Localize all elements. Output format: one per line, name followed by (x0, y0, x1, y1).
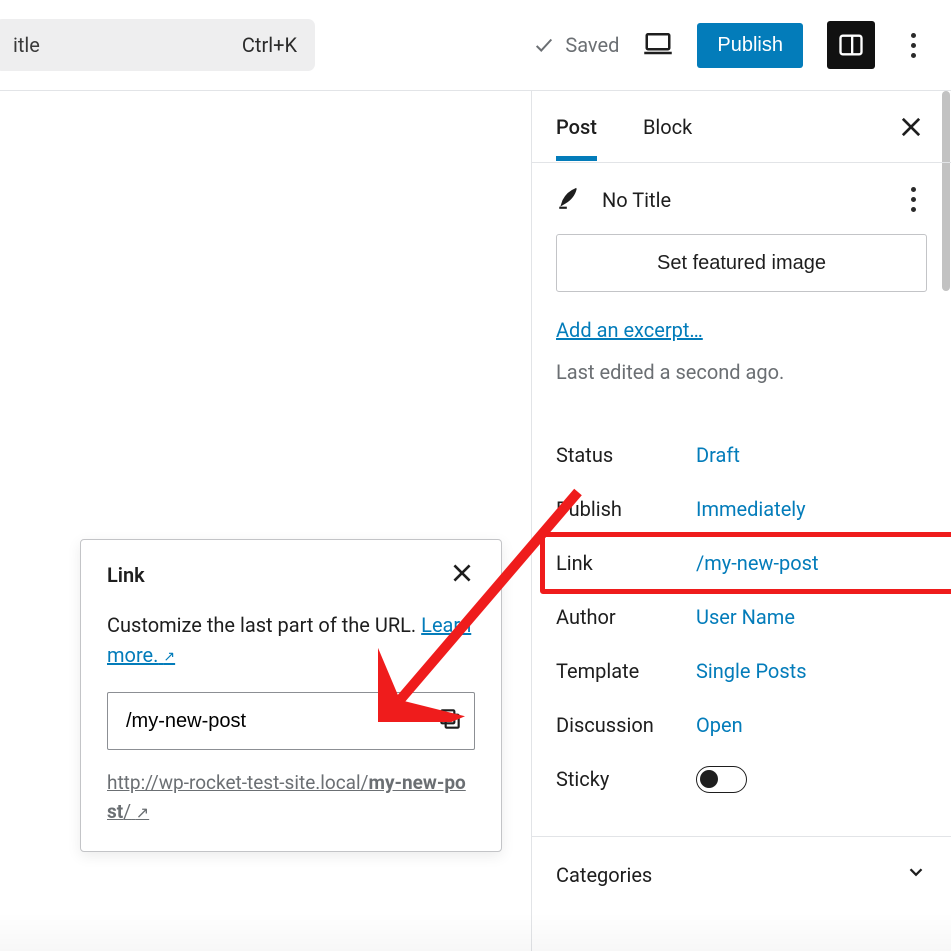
document-title-text: itle (13, 33, 40, 57)
document-actions-button[interactable] (899, 183, 927, 216)
set-featured-image-button[interactable]: Set featured image (556, 234, 927, 292)
check-icon (533, 34, 555, 56)
popover-title: Link (107, 563, 145, 587)
template-value[interactable]: Single Posts (696, 659, 807, 683)
sticky-toggle[interactable] (696, 766, 747, 793)
publish-button[interactable]: Publish (697, 23, 803, 68)
meta-label: Sticky (556, 767, 696, 791)
link-popover: Link Customize the last part of the URL.… (80, 539, 502, 852)
meta-label: Discussion (556, 713, 696, 737)
meta-label: Publish (556, 497, 696, 521)
sidebar-toggle-button[interactable] (827, 21, 875, 69)
meta-row-link: Link /my-new-post (556, 536, 927, 590)
meta-row-template: Template Single Posts (556, 644, 927, 698)
save-status-label: Saved (565, 33, 619, 57)
device-preview-icon[interactable] (643, 28, 673, 62)
tab-block[interactable]: Block (643, 93, 692, 161)
accordion-label: Categories (556, 863, 652, 887)
close-icon[interactable] (449, 560, 475, 590)
copy-icon[interactable] (437, 706, 463, 736)
meta-row-status: Status Draft (556, 428, 927, 482)
close-sidebar-icon[interactable] (897, 113, 925, 145)
link-value[interactable]: /my-new-post (696, 551, 819, 575)
document-title-pill[interactable]: itle Ctrl+K (0, 19, 315, 71)
slug-input[interactable] (107, 692, 475, 750)
permalink-preview[interactable]: http://wp-rocket-test-site.local/my-new-… (107, 768, 475, 827)
author-value[interactable]: User Name (696, 605, 795, 629)
save-status: Saved (533, 33, 619, 57)
settings-sidebar: Post Block No Title Set featured image A (532, 91, 951, 951)
discussion-value[interactable]: Open (696, 713, 743, 737)
last-edited-text: Last edited a second ago. (556, 360, 927, 384)
post-type-icon (556, 185, 582, 215)
chevron-down-icon (905, 861, 927, 888)
popover-help-text: Customize the last part of the URL. Lear… (107, 610, 475, 670)
meta-label: Status (556, 443, 696, 467)
more-options-button[interactable] (899, 29, 927, 62)
meta-label: Link (556, 551, 696, 575)
post-meta-list: Status Draft Publish Immediately Link /m… (556, 428, 927, 806)
meta-label: Template (556, 659, 696, 683)
add-excerpt-link[interactable]: Add an excerpt… (556, 318, 703, 342)
meta-row-author: Author User Name (556, 590, 927, 644)
status-value[interactable]: Draft (696, 443, 740, 467)
meta-row-sticky: Sticky (556, 752, 927, 806)
editor-canvas[interactable]: Link Customize the last part of the URL.… (0, 91, 532, 951)
keyboard-shortcut: Ctrl+K (242, 33, 297, 57)
publish-value[interactable]: Immediately (696, 497, 806, 521)
document-title: No Title (602, 188, 671, 212)
meta-row-discussion: Discussion Open (556, 698, 927, 752)
meta-label: Author (556, 605, 696, 629)
tab-post[interactable]: Post (556, 93, 597, 161)
meta-row-publish: Publish Immediately (556, 482, 927, 536)
categories-accordion[interactable]: Categories (532, 837, 951, 912)
